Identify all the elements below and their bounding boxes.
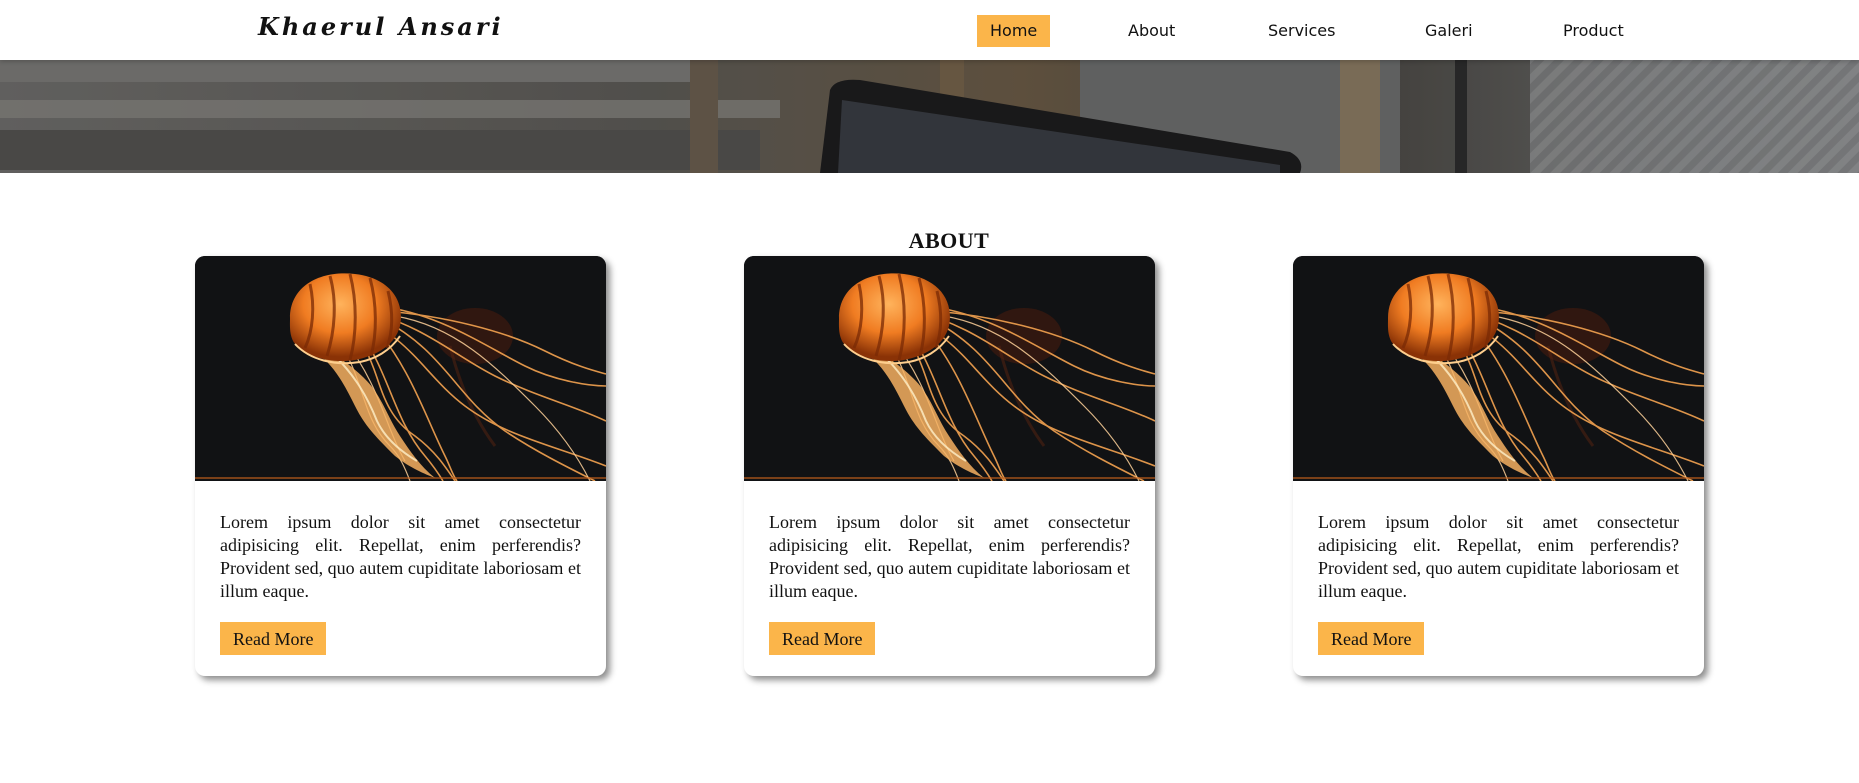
nav-product[interactable]: Product	[1563, 15, 1624, 47]
card-image-jellyfish	[195, 256, 606, 481]
read-more-button[interactable]: Read More	[220, 622, 327, 655]
card-description: Lorem ipsum dolor sit amet consectetur a…	[1318, 512, 1679, 601]
card-image-jellyfish	[1293, 256, 1704, 481]
jellyfish-image	[1293, 256, 1704, 481]
nav-services[interactable]: Services	[1268, 15, 1335, 47]
about-card-2: Lorem ipsum dolor sit amet consectetur a…	[744, 256, 1155, 676]
about-card-1: Lorem ipsum dolor sit amet consectetur a…	[195, 256, 606, 676]
card-image-jellyfish	[744, 256, 1155, 481]
about-card-3: Lorem ipsum dolor sit amet consectetur a…	[1293, 256, 1704, 676]
jellyfish-image	[744, 256, 1155, 481]
nav-galeri[interactable]: Galeri	[1425, 15, 1473, 47]
hero-image	[0, 60, 1859, 173]
nav-about[interactable]: About	[1128, 15, 1175, 47]
hero-banner	[0, 60, 1859, 173]
navbar: Khaerul Ansari Home About Services Galer…	[0, 0, 1859, 60]
card-description: Lorem ipsum dolor sit amet consectetur a…	[220, 512, 581, 601]
read-more-button[interactable]: Read More	[769, 622, 876, 655]
read-more-button[interactable]: Read More	[1318, 622, 1425, 655]
jellyfish-image	[195, 256, 606, 481]
brand-logo[interactable]: Khaerul Ansari	[258, 12, 504, 41]
section-title-about: ABOUT	[908, 228, 990, 254]
nav-home[interactable]: Home	[977, 15, 1051, 47]
card-description: Lorem ipsum dolor sit amet consectetur a…	[769, 512, 1130, 601]
